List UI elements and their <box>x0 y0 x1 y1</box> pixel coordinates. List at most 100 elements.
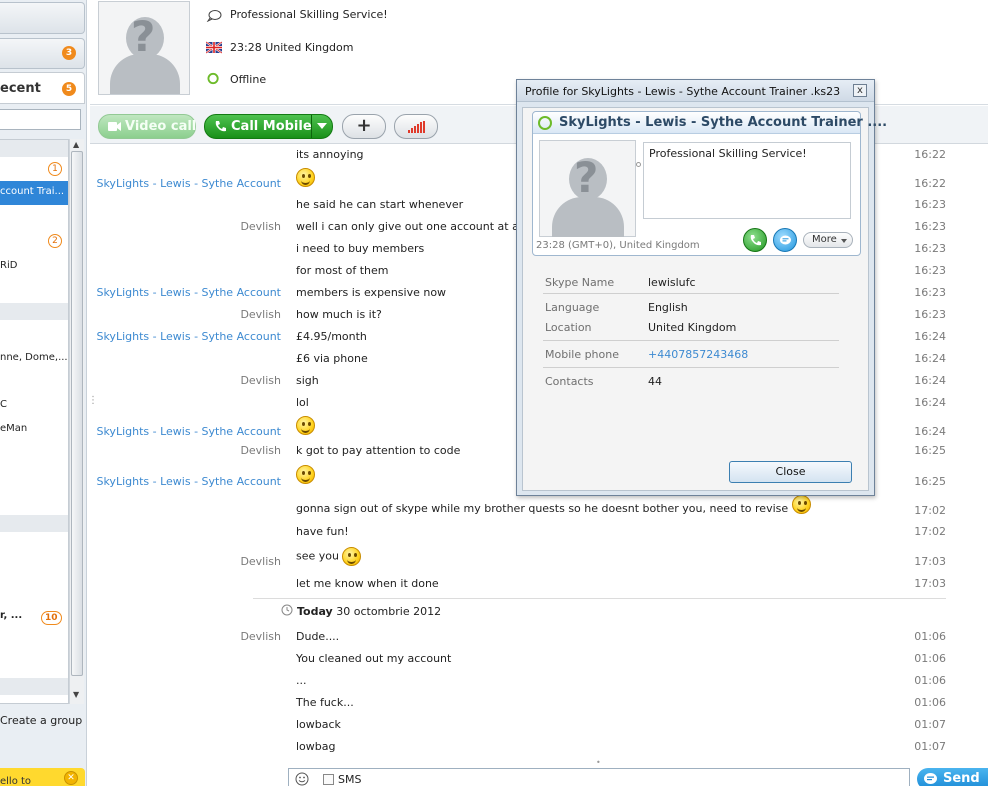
list-item[interactable]: nne, Dome,... <box>0 352 68 368</box>
profile-mood: Professional Skilling Service! <box>649 147 807 160</box>
sidebar-scrollbar[interactable]: ▲ ▼ <box>69 139 84 704</box>
message-text: lowbag <box>296 740 336 753</box>
recent-tab[interactable]: ecent 5 <box>0 72 85 104</box>
message-text <box>296 168 315 187</box>
message-sender[interactable]: Devlish <box>240 555 281 568</box>
field-label: Contacts <box>545 375 594 388</box>
list-item[interactable]: 2 <box>0 232 68 252</box>
contact-mood: Professional Skilling Service! <box>230 8 388 21</box>
message-time: 16:25 <box>914 444 946 457</box>
message-text: let me know when it done <box>296 577 439 590</box>
sidebar-search-input[interactable] <box>0 109 81 130</box>
sidebar-top-button[interactable] <box>0 2 85 34</box>
sms-checkbox[interactable] <box>323 774 334 785</box>
message-text: £4.95/month <box>296 330 367 343</box>
list-item[interactable]: eMan <box>0 423 68 439</box>
smiley-icon <box>296 416 315 435</box>
send-label: Send m <box>943 771 980 786</box>
chat-message: ... 01:06 <box>90 671 988 691</box>
message-time: 16:23 <box>914 198 946 211</box>
recent-list: 1 ccount Trai... 2 RiD nne, Dome,... C e… <box>0 139 69 704</box>
message-time: 01:06 <box>914 696 946 709</box>
chat-message: Devlish Dude.... 01:06 <box>90 627 988 647</box>
chat-message: have fun! 17:02 <box>90 522 988 542</box>
message-text: You cleaned out my account <box>296 652 452 665</box>
message-time: 16:23 <box>914 242 946 255</box>
send-message-button[interactable]: Send m <box>917 768 988 786</box>
scroll-down-icon[interactable]: ▼ <box>73 690 79 699</box>
message-time: 16:24 <box>914 352 946 365</box>
scrollbar-thumb[interactable] <box>71 151 83 676</box>
call-mobile-button[interactable]: Call Mobile <box>204 114 333 139</box>
profile-card: SkyLights - Lewis - Sythe Account Traine… <box>532 111 887 256</box>
message-sender[interactable]: SkyLights - Lewis - Sythe Account <box>96 286 281 299</box>
call-button[interactable] <box>743 228 767 252</box>
unread-badge: 1 <box>48 162 62 176</box>
chevron-down-icon[interactable] <box>317 123 327 129</box>
signal-bars-icon <box>408 121 425 133</box>
message-text: lowback <box>296 718 341 731</box>
list-item[interactable]: r, ... 10 <box>0 610 68 628</box>
emoticon-icon[interactable] <box>295 772 309 786</box>
field-label: Language <box>545 301 600 314</box>
message-sender[interactable]: Devlish <box>240 220 281 233</box>
message-sender[interactable]: SkyLights - Lewis - Sythe Account <box>96 330 281 343</box>
message-sender[interactable]: Devlish <box>240 630 281 643</box>
list-item[interactable]: RiD <box>0 260 68 276</box>
dialog-close-icon[interactable]: x <box>853 84 867 97</box>
message-sender[interactable]: SkyLights - Lewis - Sythe Account <box>96 425 281 438</box>
more-label: More <box>812 234 837 245</box>
dialog-body: SkyLights - Lewis - Sythe Account Traine… <box>522 107 887 491</box>
list-item[interactable]: C <box>0 399 68 415</box>
promo-text: ello to <box>0 776 32 786</box>
scroll-up-icon[interactable]: ▲ <box>73 140 79 149</box>
message-sender[interactable]: SkyLights - Lewis - Sythe Account <box>96 475 281 488</box>
message-composer[interactable]: SMS <box>288 768 910 786</box>
message-text: The fuck... <box>296 696 354 709</box>
composer-resize-grip[interactable]: • <box>596 758 601 767</box>
more-button[interactable]: More <box>803 232 853 248</box>
message-text: £6 via phone <box>296 352 368 365</box>
list-item-label: ccount Trai... <box>0 186 65 197</box>
promo-banner[interactable]: ello to ✕ <box>0 768 85 786</box>
sidebar-contacts-button[interactable]: 3 <box>0 38 85 69</box>
clock-icon <box>281 604 293 616</box>
chat-message: lowbag 01:07 <box>90 737 988 757</box>
smiley-icon <box>791 494 811 514</box>
message-sender[interactable]: Devlish <box>240 308 281 321</box>
message-time: 17:03 <box>914 555 946 568</box>
list-item-label: nne, Dome,... <box>0 352 68 363</box>
mobile-phone-link[interactable]: +4407857243468 <box>648 348 748 361</box>
pane-splitter-grip[interactable]: ⋮ <box>88 395 98 406</box>
message-sender[interactable]: Devlish <box>240 374 281 387</box>
list-item[interactable]: 1 <box>0 160 68 180</box>
list-group-header <box>0 678 68 695</box>
close-icon[interactable]: ✕ <box>64 771 78 785</box>
call-quality-button[interactable] <box>394 114 438 139</box>
question-mark-icon: ? <box>574 153 599 202</box>
message-time: 01:06 <box>914 652 946 665</box>
add-button[interactable]: + <box>342 114 386 139</box>
video-call-button[interactable]: Video call <box>98 114 196 139</box>
uk-flag-icon <box>206 41 222 54</box>
message-time: 17:03 <box>914 577 946 590</box>
close-button[interactable]: Close <box>729 461 852 483</box>
message-text: for most of them <box>296 264 389 277</box>
call-mobile-label: Call Mobile <box>231 119 312 134</box>
field-label: Mobile phone <box>545 348 620 361</box>
location-value: United Kingdom <box>648 321 737 334</box>
chat-message: lowback 01:07 <box>90 715 988 735</box>
create-group-button[interactable]: Create a group <box>0 714 82 727</box>
message-sender[interactable]: Devlish <box>240 444 281 457</box>
message-time: 01:06 <box>914 630 946 643</box>
message-sender[interactable]: SkyLights - Lewis - Sythe Account <box>96 177 281 190</box>
list-item-selected[interactable]: ccount Trai... <box>0 181 68 205</box>
chevron-down-icon <box>841 239 847 243</box>
dialog-titlebar[interactable]: Profile for SkyLights - Lewis - Sythe Ac… <box>517 80 874 102</box>
smiley-icon <box>296 465 315 484</box>
message-time: 16:23 <box>914 264 946 277</box>
sidebar: 3 ecent 5 1 ccount Trai... 2 RiD nne, Do… <box>0 0 87 786</box>
profile-mood-box: Professional Skilling Service! <box>643 142 851 219</box>
profile-local-time: 23:28 (GMT+0), United Kingdom <box>536 240 700 251</box>
chat-button[interactable] <box>773 228 797 252</box>
